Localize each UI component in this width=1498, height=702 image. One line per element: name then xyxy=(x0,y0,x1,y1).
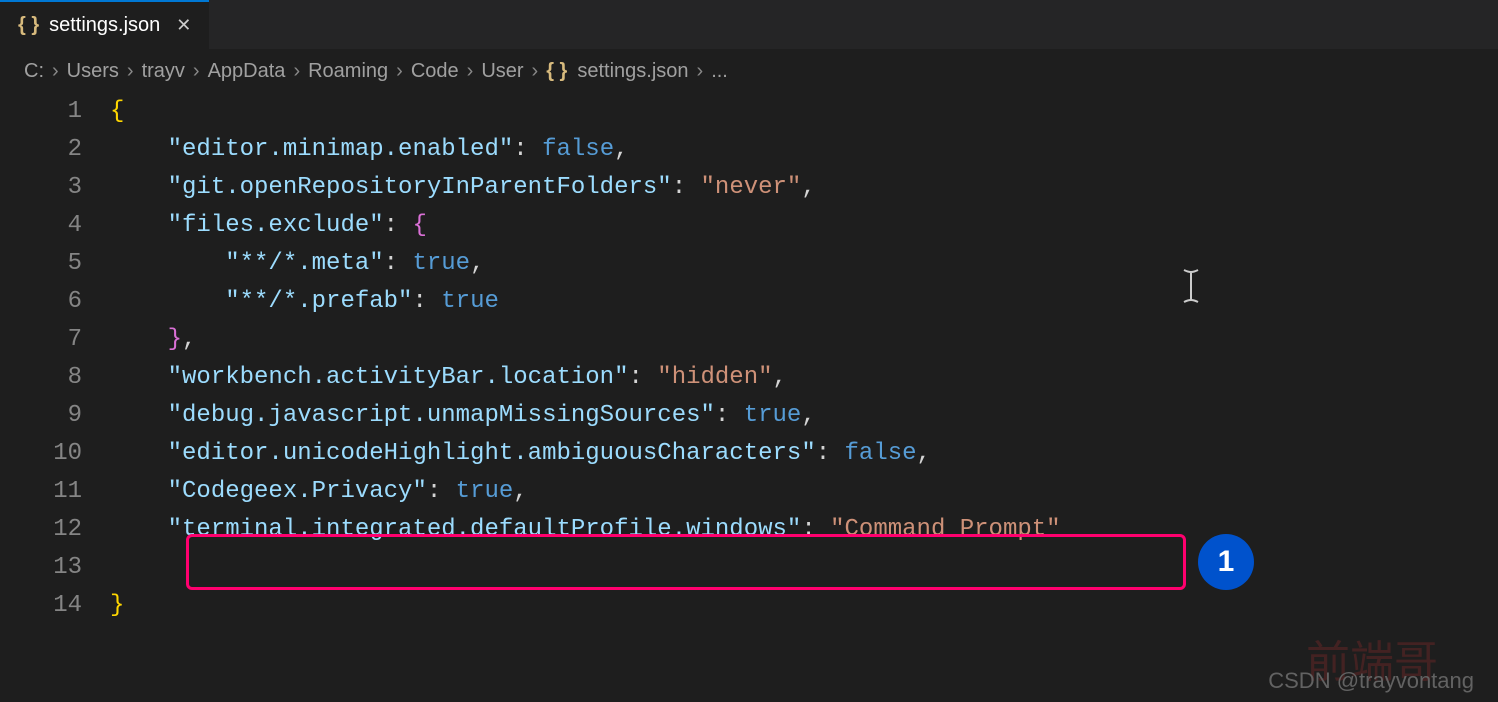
token-key: "editor.unicodeHighlight.ambiguousCharac… xyxy=(168,440,816,467)
breadcrumb-trailing[interactable]: ... xyxy=(711,60,728,83)
tab-filename: settings.json xyxy=(49,14,160,37)
token-key: "editor.minimap.enabled" xyxy=(168,136,514,163)
breadcrumb-part[interactable]: AppData xyxy=(208,60,286,83)
line-number: 3 xyxy=(0,169,82,207)
token-colon: : xyxy=(628,364,657,391)
json-icon: { } xyxy=(18,14,39,37)
annotation-badge: 1 xyxy=(1198,534,1254,590)
token-boolean: false xyxy=(542,136,614,163)
token-boolean: true xyxy=(744,402,802,429)
chevron-right-icon: › xyxy=(52,60,59,83)
line-number: 2 xyxy=(0,131,82,169)
line-number: 12 xyxy=(0,511,82,549)
line-number-gutter: 1234567891011121314 xyxy=(0,93,110,625)
chevron-right-icon: › xyxy=(293,60,300,83)
token-brace-pink: } xyxy=(168,326,182,353)
token-comma: , xyxy=(917,440,931,467)
token-key: "files.exclude" xyxy=(168,212,384,239)
token-boolean: false xyxy=(845,440,917,467)
chevron-right-icon: › xyxy=(396,60,403,83)
code-line[interactable]: "editor.minimap.enabled": false, xyxy=(110,131,1061,169)
breadcrumb-part[interactable]: Code xyxy=(411,60,459,83)
breadcrumb-part[interactable]: trayv xyxy=(142,60,185,83)
token-boolean: true xyxy=(456,478,514,505)
token-colon: : xyxy=(427,478,456,505)
close-icon[interactable]: ✕ xyxy=(176,15,191,36)
token-key: "Codegeex.Privacy" xyxy=(168,478,427,505)
json-icon: { } xyxy=(546,60,567,83)
line-number: 10 xyxy=(0,435,82,473)
code-line[interactable]: "git.openRepositoryInParentFolders": "ne… xyxy=(110,169,1061,207)
token-colon: : xyxy=(384,250,413,277)
line-number: 8 xyxy=(0,359,82,397)
token-key: "**/*.prefab" xyxy=(225,288,412,315)
code-line[interactable]: "files.exclude": { xyxy=(110,207,1061,245)
token-colon: : xyxy=(384,212,413,239)
token-brace-pink: { xyxy=(412,212,426,239)
breadcrumb[interactable]: C: › Users › trayv › AppData › Roaming › Code… xyxy=(0,50,1498,91)
token-comma: , xyxy=(513,478,527,505)
watermark-text: CSDN @trayvontang xyxy=(1268,668,1474,694)
breadcrumb-file[interactable]: settings.json xyxy=(577,60,688,83)
chevron-right-icon: › xyxy=(467,60,474,83)
code-line[interactable]: { xyxy=(110,93,1061,131)
token-colon: : xyxy=(672,174,701,201)
code-line[interactable]: "terminal.integrated.defaultProfile.wind… xyxy=(110,511,1061,549)
token-colon: : xyxy=(801,516,830,543)
chevron-right-icon: › xyxy=(127,60,134,83)
token-boolean: true xyxy=(412,250,470,277)
token-key: "debug.javascript.unmapMissingSources" xyxy=(168,402,715,429)
line-number: 5 xyxy=(0,245,82,283)
token-comma: , xyxy=(801,174,815,201)
token-boolean: true xyxy=(441,288,499,315)
code-line[interactable]: "editor.unicodeHighlight.ambiguousCharac… xyxy=(110,435,1061,473)
token-comma: , xyxy=(182,326,196,353)
code-line[interactable]: "debug.javascript.unmapMissingSources": … xyxy=(110,397,1061,435)
line-number: 7 xyxy=(0,321,82,359)
token-brace: } xyxy=(110,592,124,619)
token-key: "git.openRepositoryInParentFolders" xyxy=(168,174,672,201)
editor-tab-active[interactable]: { } settings.json ✕ xyxy=(0,0,209,49)
breadcrumb-part[interactable]: Users xyxy=(67,60,119,83)
code-line[interactable]: "**/*.meta": true, xyxy=(110,245,1061,283)
token-comma: , xyxy=(773,364,787,391)
chevron-right-icon: › xyxy=(697,60,704,83)
code-line[interactable]: }, xyxy=(110,321,1061,359)
line-number: 1 xyxy=(0,93,82,131)
chevron-right-icon: › xyxy=(532,60,539,83)
breadcrumb-part[interactable]: Roaming xyxy=(308,60,388,83)
code-line[interactable]: } xyxy=(110,587,1061,625)
token-comma: , xyxy=(470,250,484,277)
token-colon: : xyxy=(412,288,441,315)
line-number: 13 xyxy=(0,549,82,587)
token-colon: : xyxy=(816,440,845,467)
token-key: "terminal.integrated.defaultProfile.wind… xyxy=(168,516,802,543)
chevron-right-icon: › xyxy=(193,60,200,83)
line-number: 4 xyxy=(0,207,82,245)
token-string: "hidden" xyxy=(657,364,772,391)
token-comma: , xyxy=(801,402,815,429)
code-line[interactable]: "Codegeex.Privacy": true, xyxy=(110,473,1061,511)
code-content[interactable]: { "editor.minimap.enabled": false, "git.… xyxy=(110,93,1061,625)
line-number: 6 xyxy=(0,283,82,321)
line-number: 14 xyxy=(0,587,82,625)
token-brace: { xyxy=(110,98,124,125)
breadcrumb-part[interactable]: C: xyxy=(24,60,44,83)
code-editor[interactable]: 1234567891011121314 { "editor.minimap.en… xyxy=(0,91,1498,625)
code-line[interactable]: "**/*.prefab": true xyxy=(110,283,1061,321)
token-key: "workbench.activityBar.location" xyxy=(168,364,629,391)
line-number: 9 xyxy=(0,397,82,435)
token-comma: , xyxy=(614,136,628,163)
token-key: "**/*.meta" xyxy=(225,250,383,277)
code-line[interactable]: "workbench.activityBar.location": "hidde… xyxy=(110,359,1061,397)
breadcrumb-part[interactable]: User xyxy=(481,60,523,83)
token-colon: : xyxy=(715,402,744,429)
token-string: "never" xyxy=(701,174,802,201)
line-number: 11 xyxy=(0,473,82,511)
tab-bar: { } settings.json ✕ xyxy=(0,0,1498,50)
code-line[interactable] xyxy=(110,549,1061,587)
token-string: "Command Prompt" xyxy=(830,516,1060,543)
token-colon: : xyxy=(513,136,542,163)
